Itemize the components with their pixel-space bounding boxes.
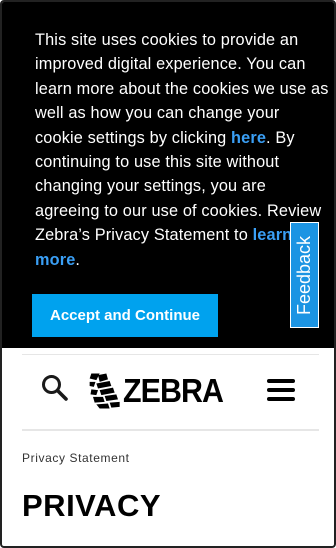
feedback-label: Feedback [294,235,314,315]
breadcrumb[interactable]: Privacy Statement [22,451,130,465]
cookie-text-part-3: . [75,250,81,269]
browser-viewport: This site uses cookies to provide an imp… [0,0,336,548]
page-title: PRIVACY [22,488,162,523]
hamburger-menu-icon[interactable] [267,379,295,401]
cookie-settings-link[interactable]: here [231,129,266,147]
cookie-banner: This site uses cookies to provide an imp… [2,2,334,348]
zebra-logo[interactable]: ZEBRA [88,367,232,415]
search-icon[interactable] [40,373,70,403]
accept-and-continue-button[interactable]: Accept and Continue [32,294,218,337]
logo-wordmark: ZEBRA [123,372,224,409]
cookie-message: This site uses cookies to provide an imp… [35,28,331,272]
header-divider-bottom [22,429,319,431]
feedback-tab[interactable]: Feedback [290,222,319,328]
zebra-head-icon [89,373,120,409]
site-header: ZEBRA [22,355,319,429]
